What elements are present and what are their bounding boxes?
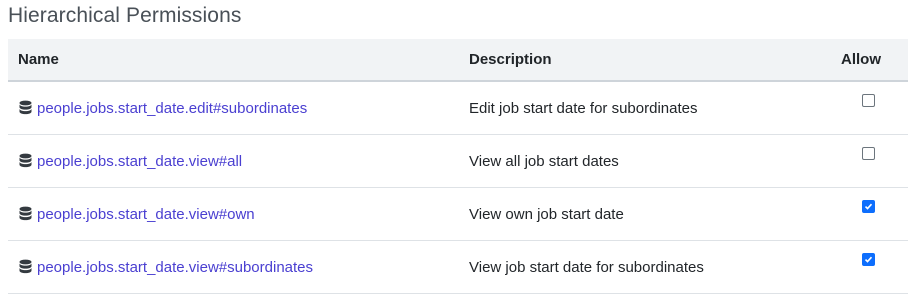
allow-checkbox[interactable] — [862, 146, 875, 160]
description-cell: View all job start dates — [459, 134, 779, 188]
permission-link[interactable]: people.jobs.start_date.edit#subordinates — [37, 100, 307, 117]
permissions-table: Name Description Allow people.jobs.start… — [8, 39, 908, 294]
column-header-name[interactable]: Name — [8, 39, 459, 82]
permission-link[interactable]: people.jobs.start_date.view#subordinates — [37, 259, 313, 276]
column-header-description[interactable]: Description — [459, 39, 779, 82]
permission-description: View own job start date — [469, 205, 624, 223]
description-cell: View job start date for subordinates — [459, 240, 779, 294]
permission-link[interactable]: people.jobs.start_date.view#all — [37, 153, 242, 170]
allow-cell — [779, 187, 908, 241]
table-row: people.jobs.start_date.view#all View all… — [8, 134, 908, 188]
allow-checkbox[interactable] — [862, 199, 875, 213]
allow-cell — [779, 240, 908, 294]
table-row: people.jobs.start_date.view#subordinates… — [8, 240, 908, 294]
database-icon — [18, 259, 33, 275]
column-header-allow[interactable]: Allow — [779, 39, 908, 82]
allow-cell — [779, 134, 908, 188]
database-icon — [18, 153, 33, 169]
name-cell: people.jobs.start_date.edit#subordinates — [8, 81, 459, 135]
table-header-row: Name Description Allow — [8, 39, 908, 82]
name-cell: people.jobs.start_date.view#subordinates — [8, 240, 459, 294]
description-cell: View own job start date — [459, 187, 779, 241]
allow-checkbox[interactable] — [862, 252, 875, 266]
database-icon — [18, 100, 33, 116]
name-cell: people.jobs.start_date.view#own — [8, 187, 459, 241]
description-cell: Edit job start date for subordinates — [459, 81, 779, 135]
permission-link[interactable]: people.jobs.start_date.view#own — [37, 206, 255, 223]
database-icon — [18, 206, 33, 222]
section-title: Hierarchical Permissions — [8, 4, 242, 27]
permission-description: Edit job start date for subordinates — [469, 99, 698, 117]
allow-checkbox[interactable] — [862, 93, 875, 107]
table-row: people.jobs.start_date.edit#subordinates… — [8, 81, 908, 135]
name-cell: people.jobs.start_date.view#all — [8, 134, 459, 188]
permission-description: View job start date for subordinates — [469, 258, 704, 276]
permission-description: View all job start dates — [469, 152, 619, 170]
allow-cell — [779, 81, 908, 135]
table-row: people.jobs.start_date.view#own View own… — [8, 187, 908, 241]
